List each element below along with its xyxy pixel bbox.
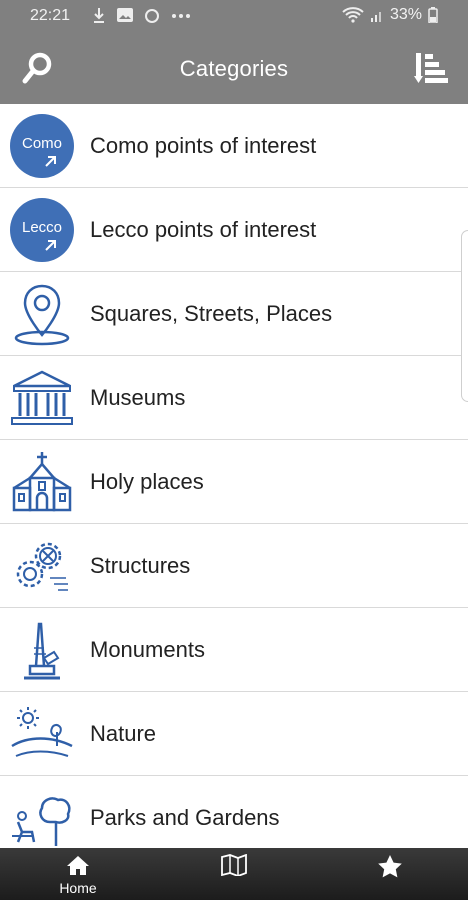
como-badge-text: Como xyxy=(21,134,62,152)
category-item-como[interactable]: Como Como points of interest xyxy=(0,104,468,188)
scroll-indicator[interactable] xyxy=(461,230,468,402)
app-bar: Categories xyxy=(0,34,468,104)
nav-home[interactable]: Home xyxy=(0,848,156,900)
category-label: Squares, Streets, Places xyxy=(90,301,333,326)
pointer-arrow-icon xyxy=(45,240,56,251)
category-label: Nature xyxy=(90,721,157,746)
bottom-nav: Home xyxy=(0,848,468,900)
lecco-badge-text: Lecco xyxy=(21,218,63,236)
monument-icon xyxy=(24,622,60,680)
pointer-arrow-icon xyxy=(45,156,56,167)
category-label: Museums xyxy=(90,385,186,410)
category-label: Lecco points of interest xyxy=(90,217,317,242)
category-item-parks[interactable]: Parks and Gardens xyxy=(0,776,468,848)
category-item-museums[interactable]: Museums xyxy=(0,356,468,440)
signal-icon xyxy=(370,12,381,22)
battery-icon xyxy=(428,7,438,23)
nav-favorites[interactable] xyxy=(312,848,468,900)
category-label: Parks and Gardens xyxy=(90,805,280,830)
status-time: 22:21 xyxy=(30,7,71,24)
category-item-nature[interactable]: Nature xyxy=(0,692,468,776)
home-icon xyxy=(67,856,89,875)
image-icon xyxy=(117,8,133,22)
alarm-icon xyxy=(145,9,159,23)
category-list[interactable]: Como Como points of interest Lecco Lecco… xyxy=(0,104,468,848)
category-item-squares[interactable]: Squares, Streets, Places xyxy=(0,272,468,356)
star-icon xyxy=(378,855,402,878)
nature-icon xyxy=(11,707,73,757)
page-title: Categories xyxy=(179,56,289,81)
map-pin-icon xyxy=(14,284,70,346)
category-label: Monuments xyxy=(90,637,205,662)
nav-map[interactable] xyxy=(156,848,312,900)
lecco-badge-icon: Lecco xyxy=(10,198,74,262)
battery-percent: 33% xyxy=(389,6,422,23)
category-item-holy-places[interactable]: Holy places xyxy=(0,440,468,524)
como-badge-icon: Como xyxy=(10,114,74,178)
sort-list-icon xyxy=(414,53,448,83)
category-item-structures[interactable]: Structures xyxy=(0,524,468,608)
category-label: Como points of interest xyxy=(90,133,317,158)
status-right-cluster: 33% xyxy=(342,6,438,24)
more-icon xyxy=(172,14,190,18)
park-icon xyxy=(12,797,71,846)
category-label: Structures xyxy=(90,553,191,578)
category-item-monuments[interactable]: Monuments xyxy=(0,608,468,692)
category-label: Holy places xyxy=(90,469,204,494)
nav-home-label: Home xyxy=(59,880,97,896)
status-bar: 22:21 33% xyxy=(0,0,468,34)
church-icon xyxy=(12,452,72,512)
wifi-icon xyxy=(342,7,364,23)
map-icon xyxy=(221,854,247,876)
sort-button[interactable] xyxy=(414,50,448,86)
status-notification-icons xyxy=(92,6,192,24)
gears-icon xyxy=(16,542,68,591)
download-icon xyxy=(94,8,104,23)
museum-icon xyxy=(11,370,73,425)
category-item-lecco[interactable]: Lecco Lecco points of interest xyxy=(0,188,468,272)
